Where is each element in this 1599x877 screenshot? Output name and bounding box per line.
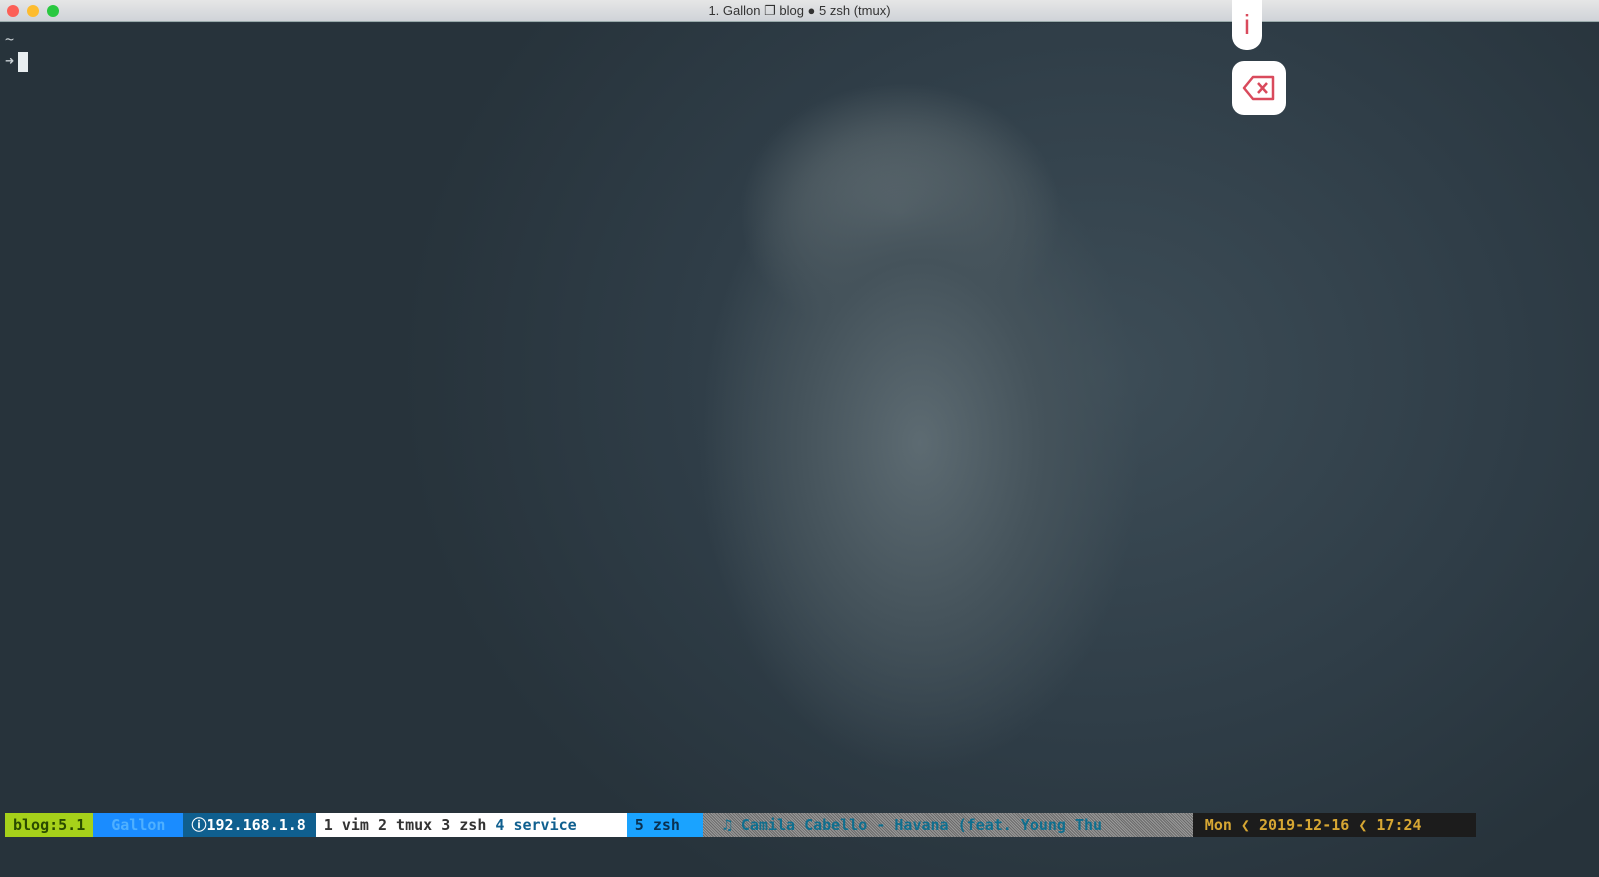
info-icon: i (1243, 9, 1251, 40)
tmux-status-bar: blog:5.1 Gallon ⓘ192.168.1.8 1 vim 2 tmu… (5, 813, 1476, 837)
terminal-area[interactable] (0, 23, 1599, 877)
prompt-arrow-icon: ➜ (5, 52, 15, 70)
day-text: Mon (1204, 816, 1232, 834)
close-button[interactable] (7, 5, 19, 17)
date-text: 2019-12-16 (1258, 816, 1350, 834)
terminal-prompt: ~ ➜ (5, 28, 29, 72)
user-segment: Gallon (93, 813, 184, 837)
window-tab-service[interactable]: 4 service (495, 816, 576, 834)
clock-segment: Mon ❮ 2019-12-16 ❮ 17:24 (1192, 813, 1476, 837)
window-tab-tmux[interactable]: 2 tmux (378, 816, 432, 834)
window-tab-active[interactable]: 5 zsh (626, 813, 703, 837)
zoom-button[interactable] (47, 5, 59, 17)
window-title: 1. Gallon ❐ blog ● 5 zsh (tmux) (708, 3, 891, 18)
delete-button[interactable] (1232, 61, 1286, 115)
ip-segment: ⓘ192.168.1.8 (183, 813, 316, 837)
info-button[interactable]: i (1232, 0, 1262, 50)
title-bar: 1. Gallon ❐ blog ● 5 zsh (tmux) (0, 0, 1599, 22)
window-list: 1 vim 2 tmux 3 zsh 4 service (315, 813, 627, 837)
cwd-text: ~ (5, 30, 15, 48)
cursor (18, 51, 29, 72)
session-segment: blog:5.1 (5, 813, 94, 837)
backspace-x-icon (1242, 75, 1275, 101)
now-playing: ♫ Camila Cabello - Havana (feat. Young T… (702, 813, 1193, 837)
time-text: 17:24 (1376, 816, 1422, 834)
minimize-button[interactable] (27, 5, 39, 17)
ip-text: 192.168.1.8 (206, 816, 306, 834)
info-circle-icon: ⓘ (191, 816, 207, 834)
window-tab-vim[interactable]: 1 vim (324, 816, 369, 834)
window-tab-zsh[interactable]: 3 zsh (441, 816, 486, 834)
window-controls (7, 5, 59, 17)
